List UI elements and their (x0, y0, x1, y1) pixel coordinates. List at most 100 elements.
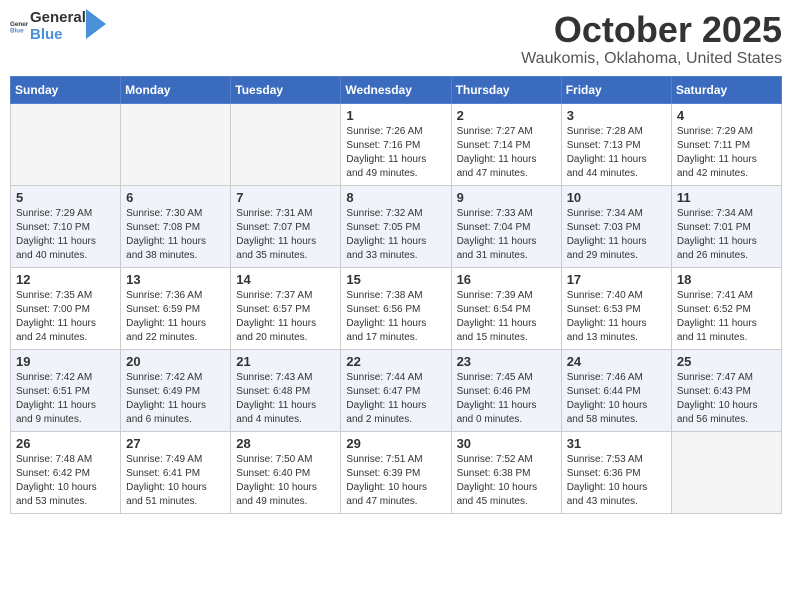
calendar-cell: 15Sunrise: 7:38 AM Sunset: 6:56 PM Dayli… (341, 267, 451, 349)
logo-icon: General Blue (10, 18, 28, 36)
day-number: 27 (126, 436, 225, 451)
calendar-cell (11, 103, 121, 185)
calendar-cell (231, 103, 341, 185)
calendar-cell: 31 Sunrise: 7:53 AM Sunset: 6:36 PM Dayli… (561, 431, 671, 513)
calendar-cell: 11 Sunrise: 7:34 AM Sunset: 7:01 PM Dayli… (671, 185, 781, 267)
calendar-cell (121, 103, 231, 185)
day-info: Sunrise: 7:34 AM Sunset: 7:01 PM Dayligh… (677, 207, 776, 263)
day-number: 11 (677, 190, 776, 205)
calendar-cell: 5Sunrise: 7:29 AM Sunset: 7:10 PM Daylig… (11, 185, 121, 267)
day-info: Sunrise: 7:27 AM Sunset: 7:14 PM Dayligh… (457, 125, 556, 181)
day-info: Sunrise: 7:35 AM Sunset: 7:00 PM Dayligh… (16, 289, 115, 345)
weekday-header: Saturday (671, 76, 781, 103)
calendar-cell: 29 Sunrise: 7:51 AM Sunset: 6:39 PM Dayli… (341, 431, 451, 513)
day-info: Sunrise: 7:52 AM Sunset: 6:38 PM Dayligh… (457, 453, 556, 509)
calendar-cell: 12 Sunrise: 7:35 AM Sunset: 7:00 PM Dayli… (11, 267, 121, 349)
calendar-cell: 20 Sunrise: 7:42 AM Sunset: 6:49 PM Dayli… (121, 349, 231, 431)
calendar-week-row: 19 Sunrise: 7:42 AM Sunset: 6:51 PM Dayli… (11, 349, 782, 431)
weekday-header: Friday (561, 76, 671, 103)
calendar-cell: 23Sunrise: 7:45 AM Sunset: 6:46 PM Dayli… (451, 349, 561, 431)
calendar-week-row: 1Sunrise: 7:26 AM Sunset: 7:16 PM Daylig… (11, 103, 782, 185)
day-info: Sunrise: 7:42 AM Sunset: 6:51 PM Dayligh… (16, 371, 115, 427)
day-info: Sunrise: 7:49 AM Sunset: 6:41 PM Dayligh… (126, 453, 225, 509)
day-number: 25 (677, 354, 776, 369)
weekday-header: Monday (121, 76, 231, 103)
day-info: Sunrise: 7:31 AM Sunset: 7:07 PM Dayligh… (236, 207, 335, 263)
day-number: 6 (126, 190, 225, 205)
day-info: Sunrise: 7:39 AM Sunset: 6:54 PM Dayligh… (457, 289, 556, 345)
day-number: 30 (457, 436, 556, 451)
month-title: October 2025 (521, 10, 782, 50)
day-number: 19 (16, 354, 115, 369)
day-info: Sunrise: 7:33 AM Sunset: 7:04 PM Dayligh… (457, 207, 556, 263)
calendar-cell: 7Sunrise: 7:31 AM Sunset: 7:07 PM Daylig… (231, 185, 341, 267)
day-number: 23 (457, 354, 556, 369)
day-number: 1 (346, 108, 445, 123)
day-info: Sunrise: 7:29 AM Sunset: 7:11 PM Dayligh… (677, 125, 776, 181)
day-info: Sunrise: 7:47 AM Sunset: 6:43 PM Dayligh… (677, 371, 776, 427)
day-info: Sunrise: 7:46 AM Sunset: 6:44 PM Dayligh… (567, 371, 666, 427)
day-info: Sunrise: 7:48 AM Sunset: 6:42 PM Dayligh… (16, 453, 115, 509)
calendar-cell: 27 Sunrise: 7:49 AM Sunset: 6:41 PM Dayli… (121, 431, 231, 513)
calendar-week-row: 12 Sunrise: 7:35 AM Sunset: 7:00 PM Dayli… (11, 267, 782, 349)
calendar-cell: 1Sunrise: 7:26 AM Sunset: 7:16 PM Daylig… (341, 103, 451, 185)
day-number: 15 (346, 272, 445, 287)
day-number: 16 (457, 272, 556, 287)
location-title: Waukomis, Oklahoma, United States (521, 50, 782, 68)
day-info: Sunrise: 7:37 AM Sunset: 6:57 PM Dayligh… (236, 289, 335, 345)
day-number: 26 (16, 436, 115, 451)
day-number: 14 (236, 272, 335, 287)
calendar-cell: 18Sunrise: 7:41 AM Sunset: 6:52 PM Dayli… (671, 267, 781, 349)
day-info: Sunrise: 7:30 AM Sunset: 7:08 PM Dayligh… (126, 207, 225, 263)
calendar-cell: 16 Sunrise: 7:39 AM Sunset: 6:54 PM Dayli… (451, 267, 561, 349)
calendar-cell: 26 Sunrise: 7:48 AM Sunset: 6:42 PM Dayli… (11, 431, 121, 513)
weekday-header: Thursday (451, 76, 561, 103)
logo-arrow-icon (86, 9, 106, 39)
calendar-cell: 14 Sunrise: 7:37 AM Sunset: 6:57 PM Dayli… (231, 267, 341, 349)
day-info: Sunrise: 7:36 AM Sunset: 6:59 PM Dayligh… (126, 289, 225, 345)
calendar-cell: 4Sunrise: 7:29 AM Sunset: 7:11 PM Daylig… (671, 103, 781, 185)
day-info: Sunrise: 7:43 AM Sunset: 6:48 PM Dayligh… (236, 371, 335, 427)
calendar-cell: 21 Sunrise: 7:43 AM Sunset: 6:48 PM Dayli… (231, 349, 341, 431)
day-number: 28 (236, 436, 335, 451)
calendar-cell: 13 Sunrise: 7:36 AM Sunset: 6:59 PM Dayli… (121, 267, 231, 349)
header: General Blue General Blue October 2025 W… (10, 10, 782, 68)
weekday-header: Tuesday (231, 76, 341, 103)
calendar-cell: 25 Sunrise: 7:47 AM Sunset: 6:43 PM Dayli… (671, 349, 781, 431)
calendar-cell: 22Sunrise: 7:44 AM Sunset: 6:47 PM Dayli… (341, 349, 451, 431)
day-info: Sunrise: 7:41 AM Sunset: 6:52 PM Dayligh… (677, 289, 776, 345)
logo: General Blue General Blue (10, 10, 106, 43)
calendar-cell: 17 Sunrise: 7:40 AM Sunset: 6:53 PM Dayli… (561, 267, 671, 349)
weekday-header-row: SundayMondayTuesdayWednesdayThursdayFrid… (11, 76, 782, 103)
svg-text:Blue: Blue (10, 27, 24, 34)
day-info: Sunrise: 7:34 AM Sunset: 7:03 PM Dayligh… (567, 207, 666, 263)
day-info: Sunrise: 7:51 AM Sunset: 6:39 PM Dayligh… (346, 453, 445, 509)
day-info: Sunrise: 7:53 AM Sunset: 6:36 PM Dayligh… (567, 453, 666, 509)
day-number: 8 (346, 190, 445, 205)
day-info: Sunrise: 7:40 AM Sunset: 6:53 PM Dayligh… (567, 289, 666, 345)
title-area: October 2025 Waukomis, Oklahoma, United … (521, 10, 782, 68)
calendar-cell: 30 Sunrise: 7:52 AM Sunset: 6:38 PM Dayli… (451, 431, 561, 513)
day-info: Sunrise: 7:42 AM Sunset: 6:49 PM Dayligh… (126, 371, 225, 427)
day-number: 17 (567, 272, 666, 287)
day-number: 9 (457, 190, 556, 205)
weekday-header: Wednesday (341, 76, 451, 103)
calendar-cell: 9 Sunrise: 7:33 AM Sunset: 7:04 PM Daylig… (451, 185, 561, 267)
day-number: 20 (126, 354, 225, 369)
day-number: 31 (567, 436, 666, 451)
day-number: 13 (126, 272, 225, 287)
calendar-week-row: 26 Sunrise: 7:48 AM Sunset: 6:42 PM Dayli… (11, 431, 782, 513)
day-number: 22 (346, 354, 445, 369)
day-number: 29 (346, 436, 445, 451)
day-number: 21 (236, 354, 335, 369)
weekday-header: Sunday (11, 76, 121, 103)
day-number: 10 (567, 190, 666, 205)
day-info: Sunrise: 7:29 AM Sunset: 7:10 PM Dayligh… (16, 207, 115, 263)
calendar-table: SundayMondayTuesdayWednesdayThursdayFrid… (10, 76, 782, 514)
day-number: 24 (567, 354, 666, 369)
day-info: Sunrise: 7:50 AM Sunset: 6:40 PM Dayligh… (236, 453, 335, 509)
day-number: 12 (16, 272, 115, 287)
calendar-cell: 8Sunrise: 7:32 AM Sunset: 7:05 PM Daylig… (341, 185, 451, 267)
calendar-cell: 2Sunrise: 7:27 AM Sunset: 7:14 PM Daylig… (451, 103, 561, 185)
logo-general-text: General (30, 10, 86, 27)
